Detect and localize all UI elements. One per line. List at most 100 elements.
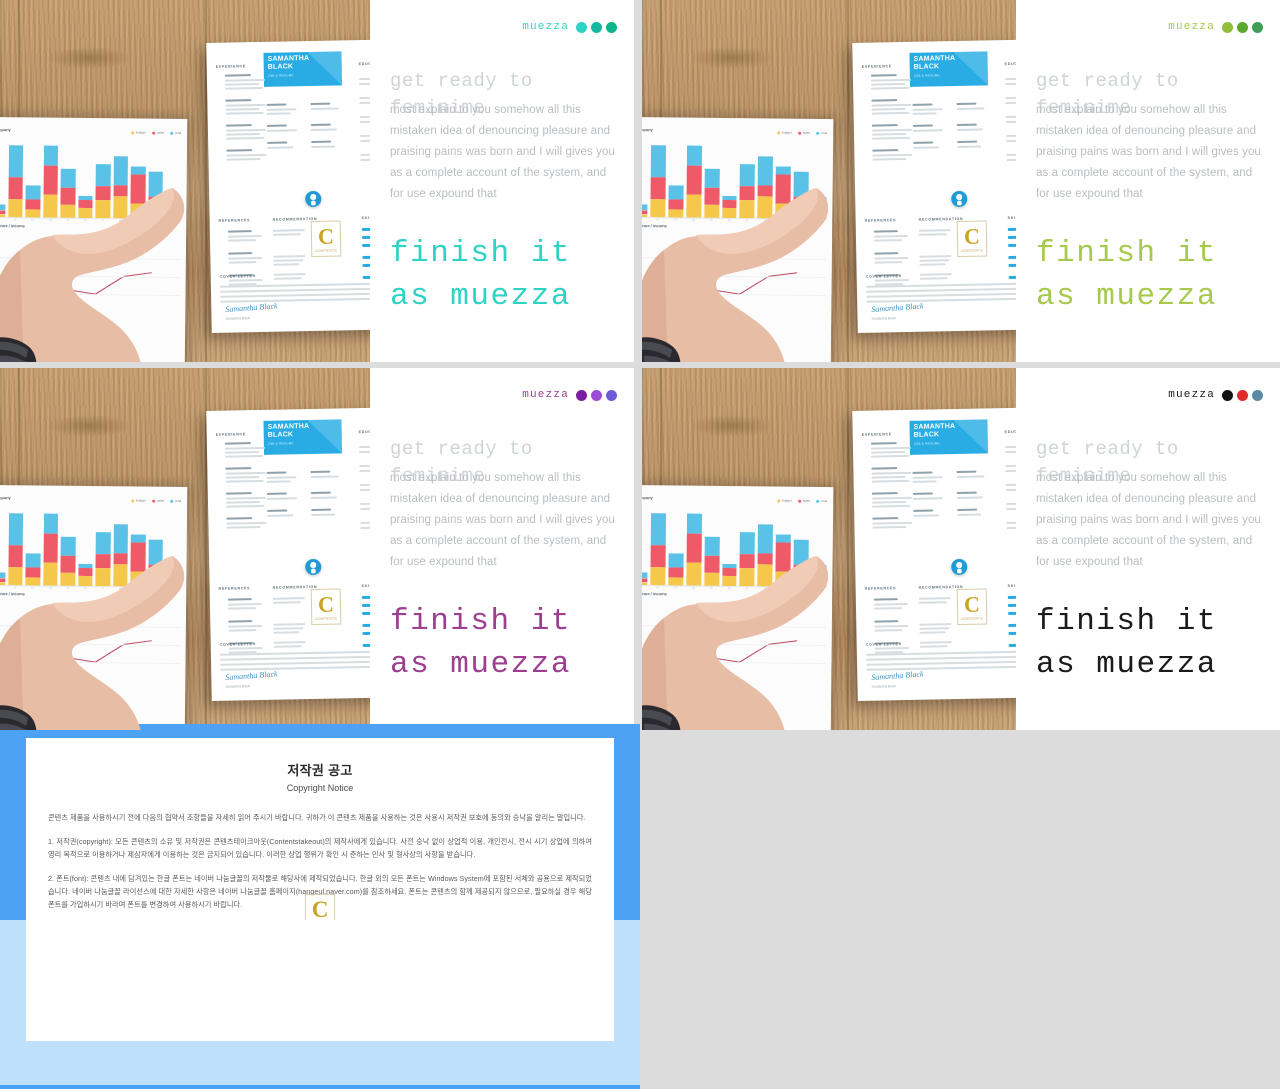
chart-bar-column: [130, 534, 146, 587]
chart-bar-column: [130, 166, 146, 219]
chart-title: company: [642, 495, 653, 501]
chart-bar-column: [811, 565, 827, 588]
chart-legend: budget sales total: [130, 130, 181, 135]
slide-paragraph: most explain to you somehow all this mis…: [390, 104, 615, 200]
chart-bar-column: [0, 571, 5, 586]
resume-section-experience: EXPERIENCE: [215, 432, 246, 437]
resume-header-banner: SAMANTHA BLACK JOB & RESUME: [263, 51, 343, 87]
chart-bar-segment: [60, 169, 76, 188]
chart-bar-segment: [131, 166, 146, 176]
chart-line-plot: [642, 241, 826, 309]
chart-bar-column: [668, 553, 684, 586]
chart-x-tick: c6: [727, 218, 731, 223]
brand-lockup-1: muezza: [522, 21, 617, 33]
chart-bar-segment: [686, 513, 702, 534]
slide-paragraph: most explain to you somehow all this mis…: [390, 472, 615, 568]
resume-signature-caption: Samantha Black: [871, 684, 897, 689]
chart-bar-column: [95, 164, 111, 219]
chart-bar-segment: [668, 198, 684, 210]
chart-x-tick: c8: [763, 219, 767, 223]
chart-bar-segment: [60, 187, 76, 205]
chart-bar-column: [165, 197, 181, 219]
chart-bar-segment: [668, 553, 684, 568]
chart-x-tick: c10: [153, 587, 158, 591]
chart-document: company budget sales total c1c2c3c4c5c6c…: [642, 116, 834, 362]
resume-name: SAMANTHA: [267, 423, 310, 431]
chart-x-tick: c4: [692, 218, 695, 222]
slide-card-3[interactable]: EXPERIENCE EDUCATION SAMANTHA BLACK JOB …: [0, 368, 634, 730]
chart-bar-segment: [95, 186, 111, 200]
chart-bar-segment: [757, 184, 773, 197]
chart-bar-segment: [775, 203, 791, 219]
chart-x-tick: c5: [66, 218, 70, 222]
brand-lockup-3: muezza: [522, 389, 617, 401]
chart-bar-column: [650, 145, 666, 218]
chart-x-tick: c7: [101, 587, 105, 591]
chart-x-tick: c9: [136, 587, 140, 591]
slide-card-2[interactable]: EXPERIENCE EDUCATION SAMANTHA BLACK JOB …: [642, 0, 1280, 362]
resume-document: EXPERIENCE EDUCATION SAMANTHA BLACK JOB …: [206, 407, 370, 701]
chart-bar-segment: [757, 156, 774, 185]
chart-bar-segment: [130, 174, 146, 204]
resume-name-2: BLACK: [913, 431, 940, 439]
chart-bar-segment: [43, 533, 59, 563]
brand-dot-2: [1237, 389, 1248, 401]
chart-legend-2: cost plan: [128, 602, 156, 607]
chart-bar-column: [757, 156, 774, 219]
copyright-sheet-lower: [26, 920, 614, 1041]
chart-bar-segment: [42, 562, 58, 586]
brand-dot-3: [1252, 389, 1263, 401]
chart-x-tick: c4: [48, 218, 52, 222]
chart-x-tick: c9: [136, 219, 140, 223]
chart-x-tick: c11: [170, 587, 176, 591]
brand-dots: [576, 389, 617, 401]
chart-bar-segment: [165, 565, 181, 577]
slide-bigline: finish it as muezza: [390, 236, 571, 314]
chart-bar-segment: [811, 565, 827, 577]
chart-bar-column: [650, 513, 666, 586]
chart-bar-segment: [704, 169, 720, 188]
brand-dot-1: [576, 389, 587, 401]
slide-gallery: EXPERIENCE EDUCATION SAMANTHA BLACK JOB …: [0, 0, 1280, 1089]
chart-bar-segment: [60, 555, 76, 573]
chart-bars: [0, 145, 181, 219]
chart-bar-column: [78, 196, 93, 219]
brand-name: muezza: [522, 21, 569, 33]
chart-bar-segment: [113, 184, 129, 197]
resume-role: JOB & RESUME: [267, 73, 294, 78]
chart-bar-segment: [165, 197, 181, 209]
brand-dot-3: [606, 21, 617, 33]
chart-bar-segment: [703, 572, 719, 586]
copyright-title: 저작권 공고: [287, 763, 353, 778]
chart-legend-2: cost plan: [774, 602, 802, 607]
chart-bar-segment: [668, 566, 684, 578]
chart-x-tick: c2: [656, 218, 660, 222]
slide-card-1[interactable]: EXPERIENCE EDUCATION SAMANTHA BLACK JOB …: [0, 0, 634, 362]
chart-x-tick: c7: [745, 587, 749, 591]
chart-bar-segment: [113, 524, 129, 553]
chart-bar-segment: [95, 567, 111, 587]
chart-bar-segment: [130, 203, 146, 219]
brand-dot-2: [591, 21, 602, 33]
chart-bar-segment: [650, 145, 666, 178]
chart-bar-segment: [703, 204, 719, 218]
resume-document: EXPERIENCE EDUCATION SAMANTHA BLACK JOB …: [852, 407, 1016, 701]
chart-bar-segment: [78, 575, 93, 587]
chart-x-tick: c10: [153, 219, 158, 223]
resume-signature: Samantha Black: [225, 301, 278, 315]
chart-bar-segment: [668, 576, 684, 586]
resume-section-experience: EXPERIENCE: [861, 432, 892, 437]
chart-bar-segment: [757, 524, 774, 553]
chart-bar-segment: [43, 513, 59, 534]
chart-x-labels: c1 c2 c3 c4 c5 c6 c7 c8 c9 c10 c11: [0, 218, 180, 223]
chart-bar-column: [703, 537, 720, 586]
chart-bar-segment: [704, 187, 720, 205]
chart-x-tick: c1: [642, 586, 647, 589]
brand-dot-1: [1222, 21, 1233, 33]
slide-card-4[interactable]: EXPERIENCE EDUCATION SAMANTHA BLACK JOB …: [642, 368, 1280, 730]
chart-line-plot: [642, 609, 826, 677]
resume-name: SAMANTHA: [913, 55, 956, 63]
watermark-caption: CONTENTS: [315, 616, 338, 621]
chart-x-tick: c2: [13, 218, 17, 222]
chart-bar-segment: [650, 544, 666, 567]
